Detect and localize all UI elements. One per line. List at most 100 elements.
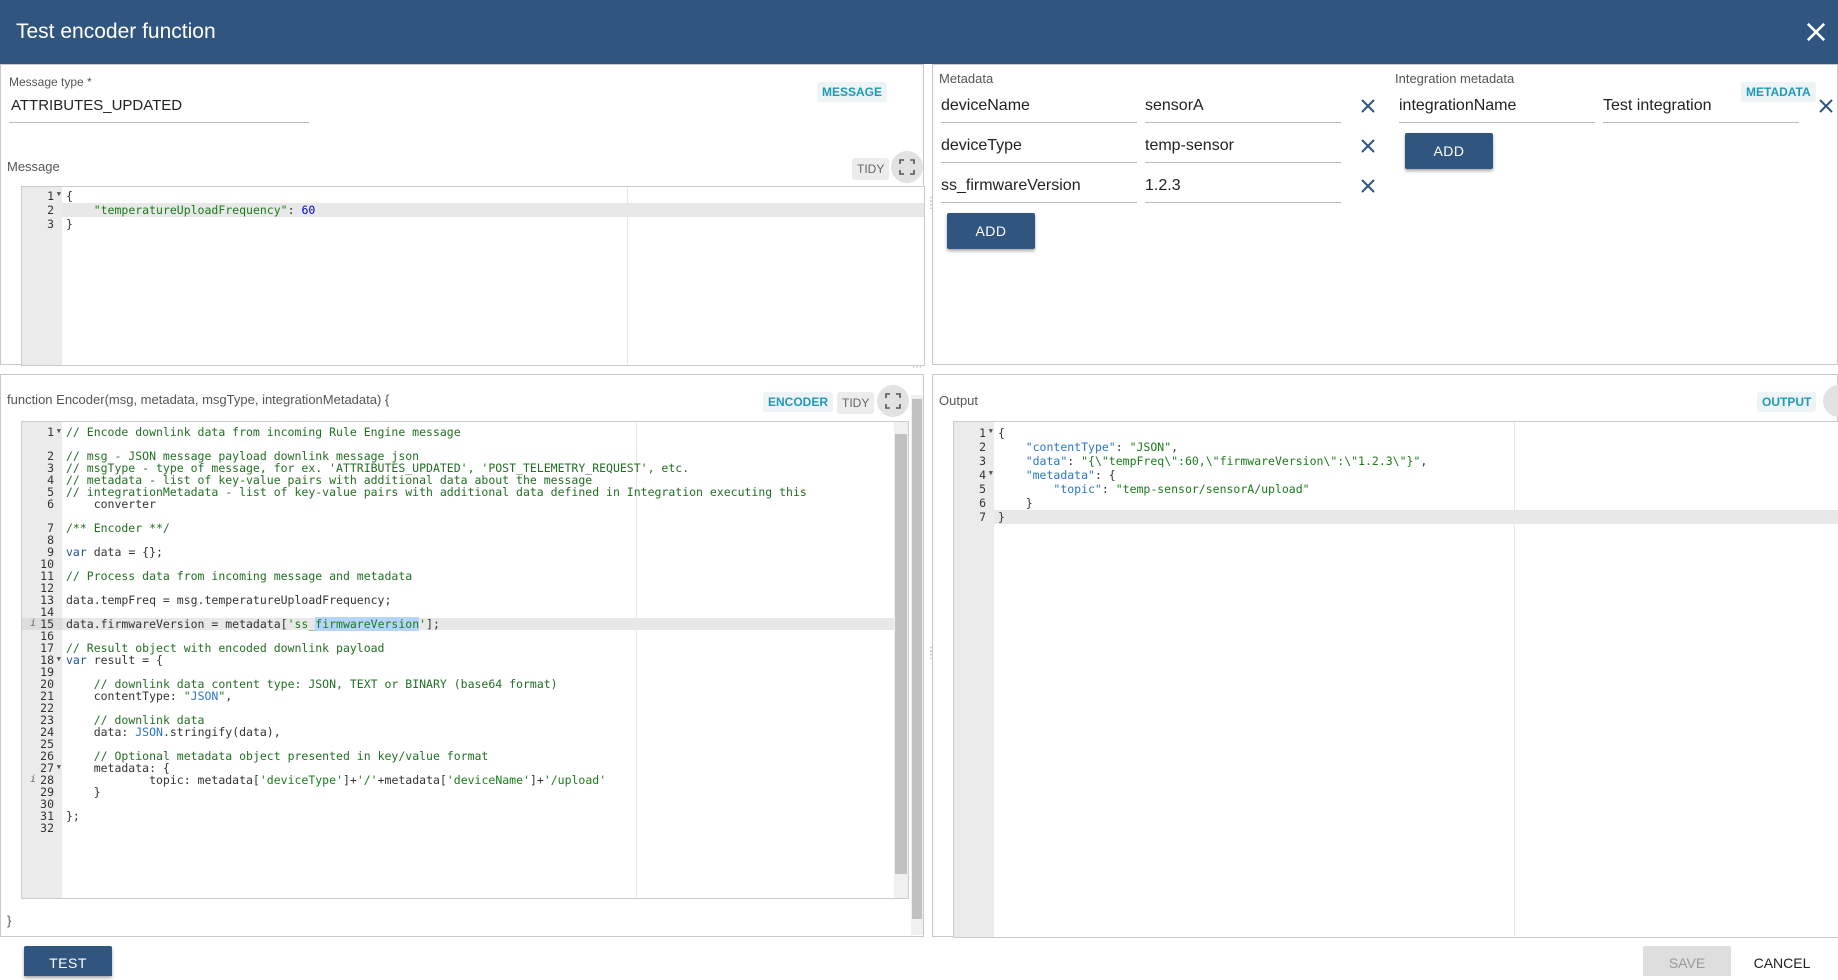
code-line: // Encode downlink data from incoming Ru…	[66, 425, 461, 439]
fullscreen-icon	[899, 159, 915, 175]
code-line: data.firmwareVersion = metadata['ss_firm…	[62, 617, 908, 631]
remove-metadata-icon[interactable]	[1359, 137, 1377, 155]
add-metadata-button[interactable]: ADD	[947, 213, 1035, 249]
dialog-title: Test encoder function	[16, 20, 216, 43]
encoder-panel-scrollbar[interactable]	[911, 395, 923, 935]
info-icon: i	[30, 774, 37, 785]
remove-metadata-icon[interactable]	[1359, 97, 1377, 115]
line-number: 5	[979, 482, 986, 496]
fold-icon: ▼	[56, 655, 61, 663]
metadata-value-field[interactable]: temp-sensor	[1145, 133, 1341, 163]
remove-integration-metadata-icon[interactable]	[1817, 97, 1835, 115]
integration-value-field[interactable]: Test integration	[1603, 93, 1799, 123]
code-line: "topic": "temp-sensor/sensorA/upload"	[1053, 482, 1310, 496]
code-line: /** Encoder **/	[66, 521, 170, 535]
code-line: }	[998, 496, 1033, 510]
code-line: topic: metadata['deviceType']+'/'+metada…	[66, 773, 607, 787]
metadata-value-field[interactable]: sensorA	[1145, 93, 1341, 123]
code-line: "metadata": {	[1025, 468, 1116, 482]
code-line: };	[66, 809, 80, 823]
fold-icon: ▼	[56, 427, 61, 435]
output-editor[interactable]: 1 2 3 4 5 6 7 ▼ ▼ { "contentType": "JSON", "data…	[953, 421, 1838, 938]
horizontal-splitter[interactable]: ⋯	[912, 363, 922, 373]
code-line: "contentType": "JSON",	[1025, 440, 1179, 454]
message-editor-code: { "temperatureUploadFrequency": 60 }	[62, 187, 924, 365]
fold-icon: ▼	[56, 763, 61, 771]
save-button[interactable]: SAVE	[1643, 946, 1731, 976]
message-tidy-button[interactable]: TIDY	[852, 158, 890, 180]
message-label: Message	[7, 159, 60, 174]
code-line: data: JSON.stringify(data),	[66, 725, 281, 739]
integration-metadata-label: Integration metadata	[1395, 71, 1515, 86]
message-fullscreen-button[interactable]	[891, 151, 923, 183]
close-icon[interactable]	[1802, 18, 1830, 46]
output-label: Output	[939, 393, 979, 408]
code-line: // Result object with encoded downlink p…	[66, 641, 385, 655]
message-type-label: Message type *	[9, 75, 92, 89]
metadata-key-field[interactable]: ss_firmwareVersion	[941, 173, 1137, 203]
encoder-scrollbar[interactable]	[894, 422, 908, 898]
fullscreen-icon	[885, 393, 901, 409]
message-editor[interactable]: 1 ▼ 2 3 { "temperatureUploadFrequency": 6…	[21, 186, 925, 366]
encoder-fullscreen-button[interactable]	[877, 385, 909, 417]
code-line: converter	[66, 497, 157, 511]
code-line: {	[998, 426, 1005, 440]
add-integration-metadata-button[interactable]: ADD	[1405, 133, 1493, 169]
encoder-editor-code: // Encode downlink data from incoming Ru…	[62, 422, 908, 898]
message-chip: MESSAGE	[817, 82, 888, 102]
test-button[interactable]: TEST	[24, 946, 112, 976]
line-number: 4	[979, 468, 986, 482]
code-line: // Process data from incoming message an…	[66, 569, 413, 583]
code-line: "temperatureUploadFrequency": 60	[62, 203, 924, 217]
line-number: 6	[47, 497, 54, 511]
message-panel: Message type * ATTRIBUTES_UPDATED MESSAG…	[0, 64, 925, 366]
line-number: 1	[47, 425, 54, 439]
encoder-chip: ENCODER	[763, 392, 834, 412]
message-type-select[interactable]: ATTRIBUTES_UPDATED	[9, 95, 309, 123]
code-line: }	[66, 217, 73, 231]
encoder-editor-gutter: 1 2 3 4 5 6 7 8 9 10 11 12 13 14 15 16 17 18 19 20 21 22 23 24 2…	[22, 422, 62, 898]
metadata-key-field[interactable]: deviceType	[941, 133, 1137, 163]
code-line: data.tempFreq = msg.temperatureUploadFre…	[66, 593, 392, 607]
code-line: // Optional metadata object presented in…	[93, 749, 489, 763]
line-number: 32	[40, 821, 54, 835]
code-line: contentType: "JSON",	[66, 689, 233, 703]
code-line: // integrationMetadata - list of key-val…	[66, 485, 807, 499]
code-line: var result = {	[66, 653, 163, 667]
output-editor-code: { "contentType": "JSON", "data": "{\"tem…	[994, 422, 1838, 937]
output-editor-gutter: 1 2 3 4 5 6 7 ▼ ▼	[954, 422, 994, 937]
fold-icon: ▼	[988, 469, 993, 477]
metadata-label: Metadata	[939, 71, 994, 86]
metadata-panel: Metadata deviceName sensorA deviceType t…	[932, 64, 1838, 365]
line-number: 1	[979, 426, 986, 440]
code-line: {	[66, 189, 73, 203]
line-number: 7	[979, 510, 986, 524]
line-number: 3	[979, 454, 986, 468]
integration-key-field[interactable]: integrationName	[1399, 93, 1595, 123]
fold-icon: ▼	[988, 427, 993, 435]
encoder-closing-brace: }	[7, 913, 12, 928]
encoder-signature: function Encoder(msg, metadata, msgType,…	[7, 392, 390, 407]
message-editor-gutter: 1 ▼ 2 3	[22, 187, 62, 365]
output-fullscreen-button[interactable]	[1823, 385, 1838, 417]
remove-metadata-icon[interactable]	[1359, 177, 1377, 195]
code-line: var data = {};	[66, 545, 163, 559]
encoder-editor[interactable]: 1 2 3 4 5 6 7 8 9 10 11 12 13 14 15 16 17 18 19 20 21 22 23 24 2…	[21, 421, 909, 899]
cancel-button[interactable]: CANCEL	[1738, 946, 1826, 976]
line-number: 2	[979, 440, 986, 454]
line-number: 6	[979, 496, 986, 510]
code-line: }	[66, 785, 101, 799]
output-chip: OUTPUT	[1757, 392, 1817, 412]
code-line: }	[994, 510, 1838, 524]
metadata-value-field[interactable]: 1.2.3	[1145, 173, 1341, 203]
info-icon: i	[30, 618, 37, 629]
encoder-tidy-button[interactable]: TIDY	[837, 392, 875, 414]
metadata-key-field[interactable]: deviceName	[941, 93, 1137, 123]
dialog-header: Test encoder function	[0, 0, 1838, 64]
message-type-value: ATTRIBUTES_UPDATED	[11, 97, 183, 114]
output-panel: Output OUTPUT 1 2 3 4 5 6 7 ▼ ▼ { "contentType":…	[932, 374, 1838, 938]
